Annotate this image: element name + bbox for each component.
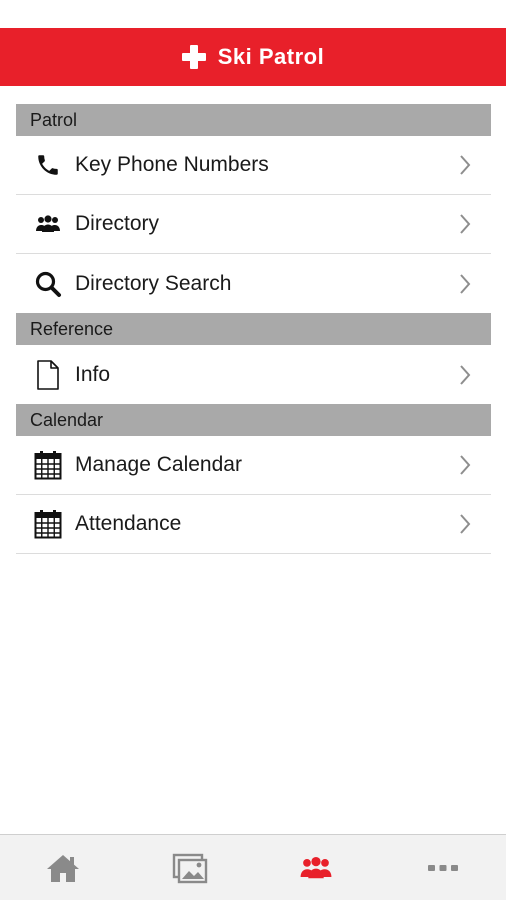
calendar-icon: [32, 449, 64, 481]
menu-item-label: Key Phone Numbers: [75, 153, 269, 176]
document-icon: [32, 359, 64, 391]
chevron-right-icon: [460, 214, 471, 234]
menu-list: Patrol Key Phone Numbers Directory Direc…: [16, 104, 491, 554]
menu-item-label: Attendance: [75, 512, 182, 535]
menu-item-label: Directory: [75, 212, 160, 235]
people-icon: [32, 208, 64, 240]
tab-home[interactable]: [33, 843, 93, 893]
more-icon: [427, 865, 458, 871]
tab-more[interactable]: [413, 843, 473, 893]
menu-item-key-phone-numbers[interactable]: Key Phone Numbers: [16, 136, 491, 195]
menu-item-label: Info: [75, 362, 111, 386]
search-icon: [32, 268, 64, 300]
chevron-right-icon: [460, 273, 471, 294]
menu-item-label: Manage Calendar: [75, 453, 242, 476]
people-icon: [300, 856, 332, 879]
header-title: Ski Patrol: [217, 44, 325, 69]
home-icon: [47, 855, 80, 882]
chevron-right-icon: [460, 364, 471, 385]
menu-item-directory-search[interactable]: Directory Search: [16, 254, 491, 313]
tab-patrol[interactable]: [286, 843, 346, 893]
chevron-right-icon: [460, 455, 471, 475]
menu-item-info[interactable]: Info: [16, 345, 491, 404]
calendar-icon: [32, 508, 64, 540]
tab-gallery[interactable]: [160, 843, 220, 893]
red-cross-icon: [181, 45, 206, 69]
chevron-right-icon: [460, 155, 471, 175]
section-header-calendar: Calendar: [16, 404, 491, 436]
app-screen: Ski Patrol Patrol Key Phone Numbers Dire…: [0, 0, 506, 900]
photos-icon: [172, 853, 207, 884]
phone-icon: [32, 149, 64, 181]
app-header: Ski Patrol: [0, 28, 506, 86]
menu-item-manage-calendar[interactable]: Manage Calendar: [16, 436, 491, 495]
menu-item-directory[interactable]: Directory: [16, 195, 491, 254]
bottom-tab-bar: [0, 834, 506, 900]
menu-item-label: Directory Search: [75, 271, 232, 295]
menu-item-attendance[interactable]: Attendance: [16, 495, 491, 554]
section-header-reference: Reference: [16, 313, 491, 345]
chevron-right-icon: [460, 514, 471, 534]
section-header-patrol: Patrol: [16, 104, 491, 136]
